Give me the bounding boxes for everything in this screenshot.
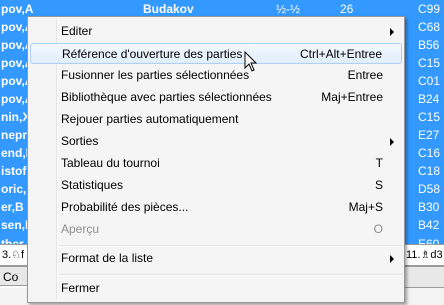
eco-cell: C15 [418, 110, 441, 124]
player-cell: nepr [1, 128, 28, 142]
eco-cell: C15 [418, 56, 441, 70]
eco-cell: C16 [418, 146, 441, 160]
menu-item-format-liste[interactable]: Format de la liste [30, 248, 402, 269]
menu-item-reference-ouverture[interactable]: Référence d'ouverture des parties Ctrl+A… [30, 43, 402, 64]
context-menu: Editer Référence d'ouverture des parties… [27, 16, 405, 303]
eco-cell: C18 [418, 164, 441, 178]
menu-item-fusionner[interactable]: Fusionner les parties sélectionnées Entr… [30, 65, 402, 86]
menu-item-label: Aperçu [61, 222, 100, 236]
menu-item-shortcut: O [373, 222, 383, 236]
submenu-arrow-icon [390, 255, 394, 263]
menu-item-label: Sorties [61, 134, 99, 148]
menu-item-probabilite[interactable]: Probabilité des pièces... Maj+S [30, 197, 402, 218]
menu-item-shortcut: S [374, 178, 383, 192]
notation-left: 3.♘f [2, 249, 25, 261]
eco-cell: C68 [418, 20, 441, 34]
eco-cell: C01 [418, 74, 441, 88]
menu-item-label: Fermer [61, 281, 100, 295]
menu-item-rejouer[interactable]: Rejouer parties automatiquement [30, 109, 402, 130]
menu-item-apercu: Aperçu O [30, 219, 402, 240]
bottom-tab-right[interactable] [402, 266, 444, 288]
menu-item-label: Rejouer parties automatiquement [61, 112, 239, 126]
menu-item-tableau-tournoi[interactable]: Tableau du tournoi T [30, 153, 402, 174]
player-cell: istof [1, 164, 27, 178]
eco-cell: B24 [418, 92, 440, 106]
menu-item-label: Statistiques [61, 178, 124, 192]
menu-item-sorties[interactable]: Sorties [30, 131, 402, 152]
player-cell: nin,X [1, 110, 31, 124]
menu-item-label: Référence d'ouverture des parties [62, 47, 243, 61]
mouse-pointer-icon [244, 51, 258, 72]
menu-item-label: Bibliothèque avec parties sélectionnées [61, 90, 272, 104]
menu-item-label: Editer [61, 24, 93, 38]
submenu-arrow-icon [390, 138, 394, 146]
menu-item-shortcut: Ctrl+Alt+Entree [299, 47, 382, 61]
menu-item-shortcut: Maj+S [348, 200, 383, 214]
eco-cell: B56 [418, 38, 440, 52]
notation-right: 11.♗d3 [406, 249, 443, 261]
submenu-arrow-icon [390, 28, 394, 36]
eco-cell: C99 [418, 2, 441, 16]
player-cell: er,B [1, 200, 24, 214]
menu-item-label: Fusionner les parties sélectionnées [61, 68, 250, 82]
menu-item-statistiques[interactable]: Statistiques S [30, 175, 402, 196]
eco-cell: D58 [418, 182, 441, 196]
menu-item-shortcut: T [375, 156, 383, 170]
menu-item-label: Format de la liste [61, 251, 154, 265]
menu-item-bibliotheque[interactable]: Bibliothèque avec parties sélectionnées … [30, 87, 402, 108]
menu-separator [59, 274, 402, 276]
menu-item-shortcut: Entree [347, 68, 383, 82]
eco-cell: B42 [418, 218, 440, 232]
menu-item-fermer[interactable]: Fermer [30, 278, 402, 299]
eco-cell: E27 [418, 128, 440, 142]
menu-separator [59, 245, 402, 247]
menu-item-shortcut: Maj+Entree [321, 90, 383, 104]
menu-item-label: Probabilité des pièces... [61, 200, 189, 214]
menu-item-editer[interactable]: Editer [30, 21, 402, 42]
eco-cell: B30 [418, 200, 440, 214]
player-cell: oric, [1, 182, 27, 196]
menu-item-label: Tableau du tournoi [61, 156, 160, 170]
